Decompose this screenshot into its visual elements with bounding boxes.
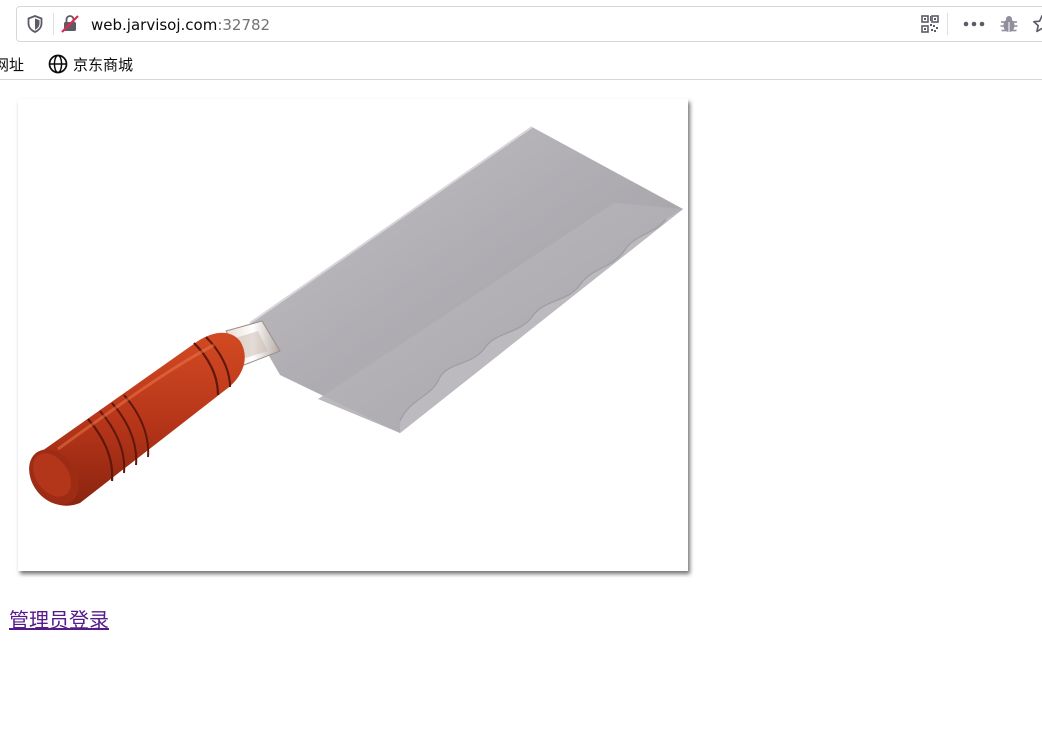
bookmarks-toolbar: 网址 京东商城 <box>0 48 1042 80</box>
bug-extension-icon[interactable] <box>997 7 1021 41</box>
admin-login-link[interactable]: 管理员登录 <box>9 604 109 633</box>
bookmark-item-jd[interactable]: 京东商城 <box>48 48 133 80</box>
more-actions-icon[interactable] <box>961 7 987 41</box>
globe-icon <box>48 54 68 74</box>
bookmark-label: 京东商城 <box>73 55 134 74</box>
product-image <box>18 99 688 571</box>
qr-code-icon[interactable] <box>919 7 941 41</box>
star-icon[interactable] <box>1031 7 1042 41</box>
bookmark-label: 网址 <box>0 55 25 74</box>
url-host: web.jarvisoj.com <box>91 16 218 34</box>
urlbar-separator <box>947 13 948 35</box>
url-text[interactable]: web.jarvisoj.com:32782 <box>91 7 270 41</box>
url-port: :32782 <box>217 16 271 34</box>
url-bar[interactable]: web.jarvisoj.com:32782 <box>16 6 1042 42</box>
bookmark-item[interactable]: 网址 <box>0 48 24 80</box>
insecure-connection-icon[interactable] <box>59 7 81 41</box>
urlbar-separator <box>53 13 54 35</box>
shield-icon[interactable] <box>25 7 45 41</box>
cleaver-knife-image <box>29 126 683 506</box>
browser-toolbar: web.jarvisoj.com:32782 <box>0 0 1042 48</box>
